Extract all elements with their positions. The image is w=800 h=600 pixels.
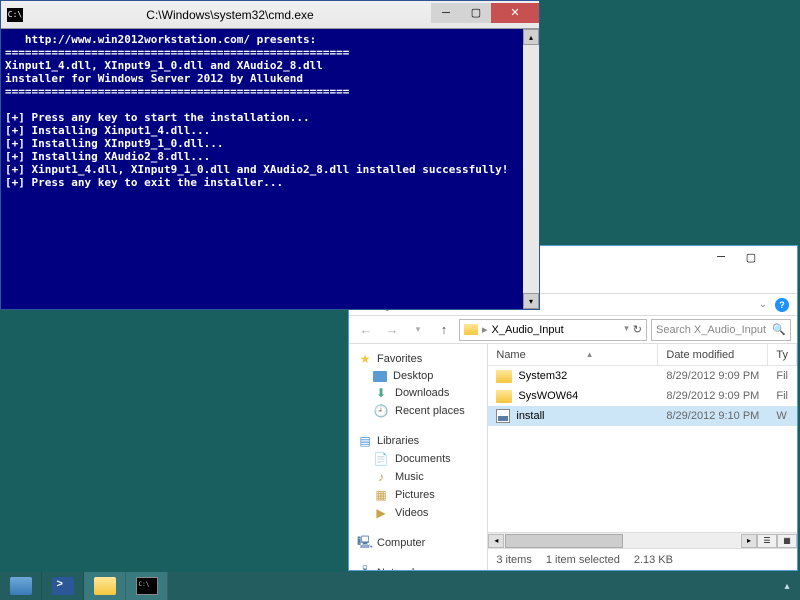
nav-computer[interactable]: 🖳Computer <box>353 534 483 552</box>
music-icon: ♪ <box>373 470 389 484</box>
status-bar: 3 items 1 item selected 2.13 KB <box>488 548 797 570</box>
taskbar-show-desktop[interactable]: ▴ <box>774 572 800 600</box>
minimize-button[interactable]: ─ <box>431 3 461 23</box>
nav-forward-button[interactable]: → <box>381 319 403 341</box>
documents-icon: 📄 <box>373 452 389 466</box>
close-button[interactable]: ✕ <box>767 247 795 267</box>
status-selected: 1 item selected <box>546 554 620 566</box>
nav-favorites[interactable]: ★Favorites <box>353 350 483 368</box>
nav-recent[interactable]: 🕘Recent places <box>353 402 483 420</box>
scroll-up-button[interactable]: ▴ <box>523 29 539 45</box>
scroll-thumb[interactable] <box>505 534 622 548</box>
recent-icon: 🕘 <box>373 404 389 418</box>
scroll-track[interactable] <box>505 534 740 548</box>
nav-pictures[interactable]: ▦Pictures <box>353 486 483 504</box>
batch-file-icon <box>496 409 510 423</box>
libraries-icon: ▤ <box>357 434 373 448</box>
desktop-icon <box>373 371 387 382</box>
search-icon: 🔍 <box>772 323 786 336</box>
minimize-button[interactable]: ─ <box>707 247 735 267</box>
cmd-titlebar[interactable]: C:\ C:\Windows\system32\cmd.exe ─ ▢ ✕ <box>1 1 539 29</box>
cmd-taskbar-icon <box>136 577 158 595</box>
scroll-down-button[interactable]: ▾ <box>523 293 539 309</box>
nav-dropdown-button[interactable]: ▾ <box>407 319 429 341</box>
nav-libraries[interactable]: ▤Libraries <box>353 432 483 450</box>
address-bar-row: ← → ▾ ↑ ▸ X_Audio_Input ▾ ↻ Search X_Aud… <box>349 316 797 344</box>
maximize-button[interactable]: ▢ <box>461 3 491 23</box>
taskbar-powershell[interactable] <box>42 572 84 600</box>
folder-icon <box>496 370 512 383</box>
nav-back-button[interactable]: ← <box>355 319 377 341</box>
folder-icon <box>464 324 478 335</box>
explorer-icon <box>94 577 116 595</box>
file-list-pane: Name▲ Date modified Ty System32 8/29/201… <box>488 344 797 570</box>
close-button[interactable]: ✕ <box>491 3 539 23</box>
cmd-title: C:\Windows\system32\cmd.exe <box>29 8 431 22</box>
taskbar-server-manager[interactable] <box>0 572 42 600</box>
search-input[interactable]: Search X_Audio_Input 🔍 <box>651 319 791 341</box>
cmd-icon: C:\ <box>7 8 23 22</box>
nav-network[interactable]: 🖧Network <box>353 564 483 570</box>
nav-music[interactable]: ♪Music <box>353 468 483 486</box>
breadcrumb-sep: ▸ <box>482 323 488 336</box>
computer-icon: 🖳 <box>357 536 373 550</box>
scroll-right-button[interactable]: ▸ <box>741 534 757 548</box>
view-details-button[interactable]: ☰ <box>757 534 777 548</box>
cmd-scrollbar[interactable]: ▴ ▾ <box>523 29 539 309</box>
horizontal-scrollbar[interactable]: ◂ ▸ ☰ ▦ <box>488 532 797 548</box>
powershell-icon <box>52 577 74 595</box>
status-item-count: 3 items <box>496 554 531 566</box>
folder-icon <box>496 390 512 403</box>
refresh-icon[interactable]: ↻ <box>633 323 642 336</box>
nav-up-button[interactable]: ↑ <box>433 319 455 341</box>
navigation-pane: ★Favorites Desktop ⬇Downloads 🕘Recent pl… <box>349 344 488 570</box>
address-dropdown-icon[interactable]: ▾ <box>624 323 629 336</box>
table-row[interactable]: SysWOW64 8/29/2012 9:09 PM Fil <box>488 386 797 406</box>
downloads-icon: ⬇ <box>373 386 389 400</box>
column-date[interactable]: Date modified <box>658 344 768 365</box>
network-icon: 🖧 <box>357 566 373 570</box>
sort-asc-icon: ▲ <box>586 350 594 359</box>
star-icon: ★ <box>357 352 373 366</box>
nav-videos[interactable]: ▶Videos <box>353 504 483 522</box>
taskbar-cmd[interactable] <box>126 572 168 600</box>
table-row[interactable]: install 8/29/2012 9:10 PM W <box>488 406 797 426</box>
cmd-window: C:\ C:\Windows\system32\cmd.exe ─ ▢ ✕ ht… <box>0 0 540 310</box>
breadcrumb[interactable]: X_Audio_Input <box>492 324 564 336</box>
taskbar: ▴ <box>0 572 800 600</box>
pictures-icon: ▦ <box>373 488 389 502</box>
taskbar-explorer[interactable] <box>84 572 126 600</box>
help-icon[interactable]: ? <box>775 298 789 312</box>
address-bar[interactable]: ▸ X_Audio_Input ▾ ↻ <box>459 319 647 341</box>
scroll-left-button[interactable]: ◂ <box>488 534 504 548</box>
nav-desktop[interactable]: Desktop <box>353 368 483 384</box>
server-manager-icon <box>10 577 32 595</box>
table-row[interactable]: System32 8/29/2012 9:09 PM Fil <box>488 366 797 386</box>
nav-documents[interactable]: 📄Documents <box>353 450 483 468</box>
view-icons-button[interactable]: ▦ <box>777 534 797 548</box>
column-name[interactable]: Name▲ <box>488 344 658 365</box>
status-size: 2.13 KB <box>634 554 673 566</box>
file-list: System32 8/29/2012 9:09 PM Fil SysWOW64 … <box>488 366 797 532</box>
search-placeholder: Search X_Audio_Input <box>656 324 766 336</box>
column-type[interactable]: Ty <box>768 344 797 365</box>
nav-downloads[interactable]: ⬇Downloads <box>353 384 483 402</box>
ribbon-expand-icon[interactable]: ⌄ <box>759 299 767 310</box>
videos-icon: ▶ <box>373 506 389 520</box>
maximize-button[interactable]: ▢ <box>737 247 765 267</box>
column-headers: Name▲ Date modified Ty <box>488 344 797 366</box>
cmd-body[interactable]: http://www.win2012workstation.com/ prese… <box>1 29 539 309</box>
cmd-output: http://www.win2012workstation.com/ prese… <box>1 29 539 193</box>
